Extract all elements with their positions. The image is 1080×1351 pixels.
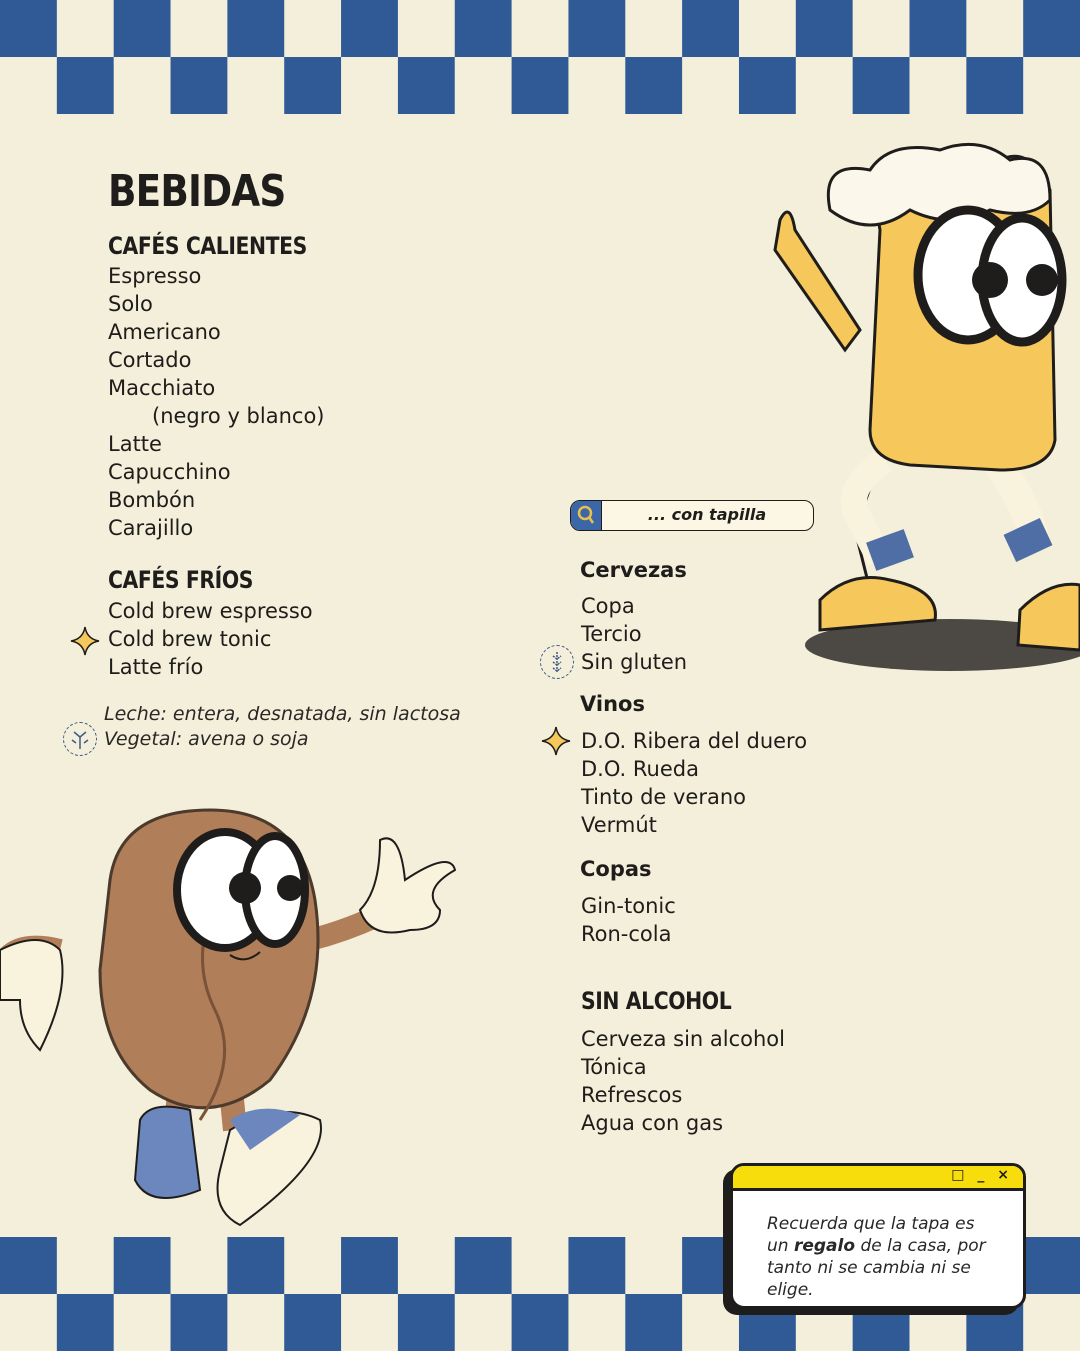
copas-list: Gin-tonic Ron-cola bbox=[581, 892, 676, 948]
reminder-text: Recuerda que la tapa es un regalo de la … bbox=[733, 1191, 1023, 1301]
beer-mug-mascot-illustration bbox=[773, 142, 1080, 671]
list-item: Espresso bbox=[108, 264, 202, 288]
list-item: Cortado bbox=[108, 348, 192, 372]
vinos-list: D.O. Ribera del duero D.O. Rueda Tinto d… bbox=[581, 727, 807, 839]
list-item: Latte bbox=[108, 432, 162, 456]
list-item: Cerveza sin alcohol bbox=[581, 1027, 785, 1051]
list-item: Ron-cola bbox=[581, 922, 672, 946]
cafes-frios-list: Cold brew espresso Cold brew tonic Latte… bbox=[108, 597, 313, 681]
cafes-calientes-list: Espresso Solo Americano Cortado Macchiat… bbox=[108, 262, 324, 542]
list-item: Latte frío bbox=[108, 655, 204, 679]
sparkle-star-icon bbox=[541, 726, 571, 756]
section-heading-cervezas: Cervezas bbox=[580, 558, 687, 582]
section-heading-copas: Copas bbox=[580, 857, 652, 881]
milk-note-line: Leche: entera, desnatada, sin lactosa bbox=[104, 703, 461, 725]
list-item: Sin gluten bbox=[581, 650, 688, 674]
list-item: Tercio bbox=[581, 622, 642, 646]
list-item: Copa bbox=[581, 594, 635, 618]
sin-alcohol-list: Cerveza sin alcohol Tónica Refrescos Agu… bbox=[581, 1025, 785, 1137]
reminder-text-bold: regalo bbox=[793, 1236, 856, 1256]
list-item: Carajillo bbox=[108, 516, 194, 540]
list-item: Vermút bbox=[581, 813, 657, 837]
window-controls-icon[interactable]: □ _ × bbox=[951, 1167, 1013, 1183]
list-item: D.O. Rueda bbox=[581, 757, 699, 781]
list-item: Macchiato bbox=[108, 376, 216, 400]
section-heading-sin-alcohol: SIN ALCOHOL bbox=[581, 987, 732, 1015]
vegetal-note-line: Vegetal: avena o soja bbox=[104, 728, 309, 750]
list-item: Gin-tonic bbox=[581, 894, 676, 918]
list-item: Tinto de verano bbox=[581, 785, 747, 809]
reminder-popup-window: □ _ × Recuerda que la tapa es un regalo … bbox=[730, 1163, 1026, 1309]
sparkle-star-icon bbox=[70, 626, 100, 656]
section-heading-cafes-frios: CAFÉS FRÍOS bbox=[108, 566, 254, 594]
page-title: BEBIDAS bbox=[108, 166, 286, 217]
list-item: Cold brew espresso bbox=[108, 599, 313, 623]
list-item: Tónica bbox=[581, 1055, 647, 1079]
list-item: (negro y blanco) bbox=[152, 404, 325, 428]
list-item: Solo bbox=[108, 292, 153, 316]
window-title-bar: □ _ × bbox=[733, 1166, 1023, 1191]
list-item: Americano bbox=[108, 320, 221, 344]
plant-icon bbox=[63, 722, 97, 756]
list-item: Capucchino bbox=[108, 460, 231, 484]
coffee-bean-mascot-illustration bbox=[0, 808, 457, 1227]
checkered-border-top bbox=[0, 0, 1080, 114]
list-item: Bombón bbox=[108, 488, 196, 512]
list-item: Refrescos bbox=[581, 1083, 683, 1107]
list-item: Cold brew tonic bbox=[108, 627, 272, 651]
milk-options-note: Leche: entera, desnatada, sin lactosa Ve… bbox=[104, 702, 461, 752]
cervezas-list: Copa Tercio Sin gluten bbox=[581, 592, 687, 676]
list-item: Agua con gas bbox=[581, 1111, 724, 1135]
list-item: D.O. Ribera del duero bbox=[581, 729, 808, 753]
section-heading-vinos: Vinos bbox=[580, 692, 645, 716]
gluten-free-icon bbox=[540, 645, 574, 679]
search-icon bbox=[571, 501, 602, 530]
section-heading-cafes-calientes: CAFÉS CALIENTES bbox=[108, 232, 307, 260]
